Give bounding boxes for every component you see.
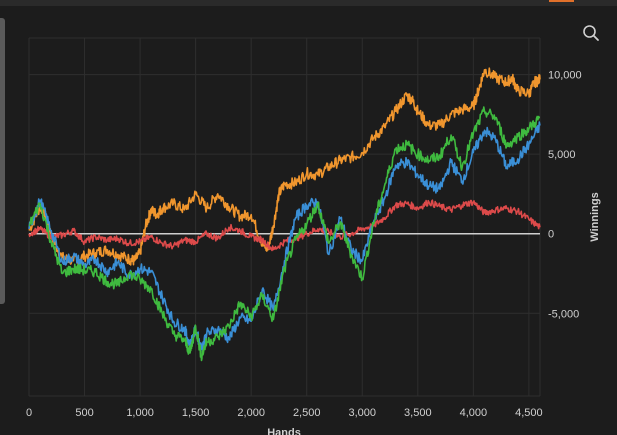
y-tick-label: 5,000 [548, 149, 576, 161]
series-layer [28, 67, 541, 362]
winnings-chart: 0 500 1,000 1,500 2,000 2,500 3,000 3,500 4,000 4… [26, 37, 601, 435]
y-tick-label: 0 [548, 229, 554, 241]
series-line-3 [28, 121, 541, 352]
x-tick-label: 0 [26, 407, 32, 419]
x-tick-label: 2,000 [237, 407, 265, 419]
x-tick-label: 4,000 [460, 407, 488, 419]
x-tick-label: 1,000 [126, 407, 154, 419]
x-tick-label: 500 [75, 407, 93, 419]
x-tick-label: 1,500 [182, 407, 210, 419]
y-tick-label: 10,000 [548, 70, 582, 82]
x-tick-label: 2,500 [293, 407, 321, 419]
grid-layer [28, 37, 541, 397]
series-line-1 [28, 67, 541, 266]
x-axis-ticks: 0 500 1,000 1,500 2,000 2,500 3,000 3,500 4,000 4… [26, 407, 543, 419]
x-tick-label: 3,500 [404, 407, 432, 419]
x-tick-label: 4,500 [515, 407, 543, 419]
x-axis-title: Hands [267, 427, 301, 435]
y-tick-label: -5,000 [548, 308, 579, 320]
series-line-2 [28, 199, 541, 252]
y-axis-title: Winnings [589, 192, 601, 241]
y-axis-ticks: 10,000 5,000 0 -5,000 [548, 70, 582, 321]
x-tick-label: 3,000 [348, 407, 376, 419]
